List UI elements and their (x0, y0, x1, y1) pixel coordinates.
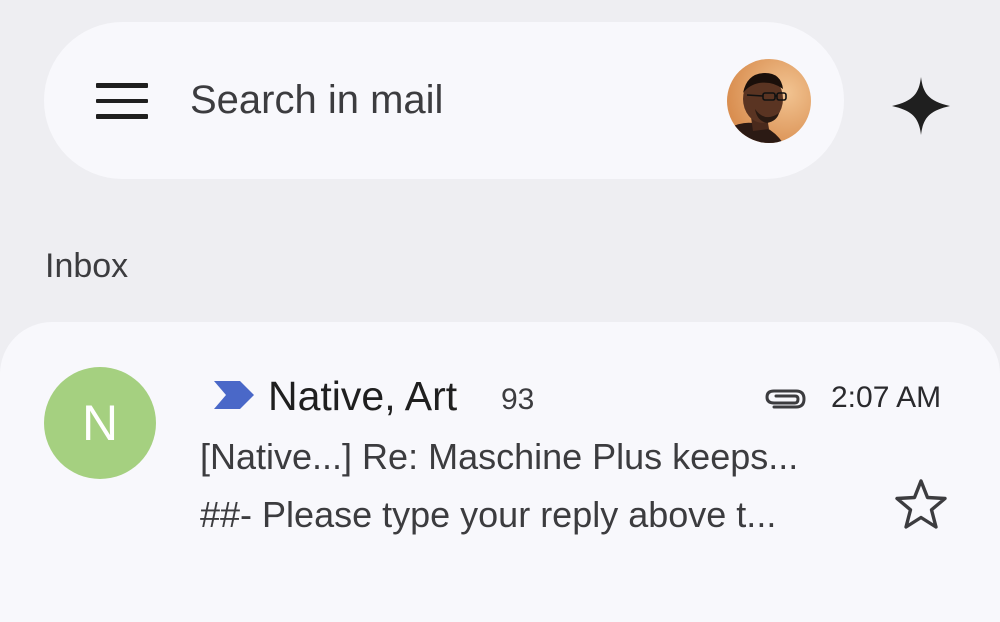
search-input[interactable]: Search in mail (190, 74, 443, 126)
account-avatar-photo (727, 59, 811, 143)
hamburger-menu-icon[interactable] (96, 83, 148, 119)
search-bar[interactable]: Search in mail (44, 22, 844, 179)
email-time: 2:07 AM (831, 381, 942, 414)
importance-marker-icon (212, 379, 256, 411)
sender-name: Native, Art (268, 373, 458, 419)
attachment-icon (762, 384, 808, 414)
sender-avatar[interactable]: N (44, 367, 156, 479)
star-outline-icon (895, 479, 947, 529)
section-label-inbox: Inbox (45, 247, 129, 285)
gemini-button[interactable] (890, 75, 952, 137)
email-list-item[interactable]: N Native, Art 93 2:07 AM [Native...] Re:… (0, 322, 1000, 622)
email-snippet: ##- Please type your reply above t... (200, 494, 777, 535)
star-button[interactable] (893, 477, 949, 533)
thread-count: 93 (501, 383, 535, 416)
email-subject: [Native...] Re: Maschine Plus keeps... (200, 436, 799, 477)
account-avatar[interactable] (727, 59, 811, 143)
sparkle-icon (892, 77, 950, 135)
